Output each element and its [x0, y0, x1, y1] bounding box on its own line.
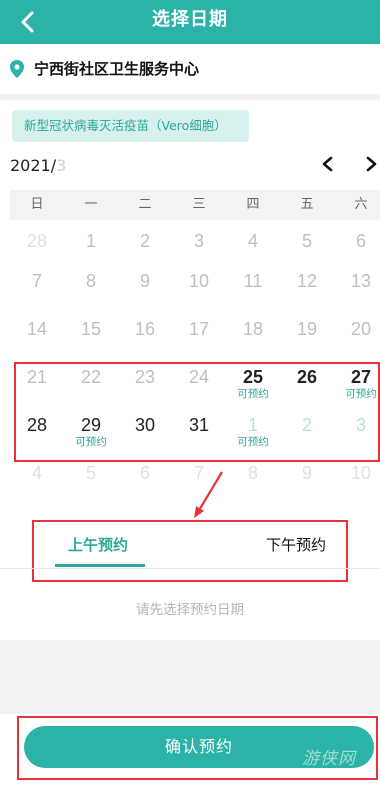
watermark: 游侠网	[302, 749, 356, 769]
day-number: 17	[188, 319, 210, 339]
calendar-day: 20	[334, 312, 380, 356]
calendar-day: 13	[334, 264, 380, 308]
calendar-day: 8	[226, 456, 280, 500]
calendar-day: 2	[118, 224, 172, 268]
month-label: 2021/3	[10, 156, 66, 175]
calendar-day: 28	[10, 224, 64, 268]
day-number: 1	[85, 231, 96, 251]
calendar-day: 5	[64, 456, 118, 500]
tab-divider	[0, 568, 380, 569]
weekday-label: 四	[246, 197, 260, 212]
section-divider	[0, 94, 380, 100]
weekday-label: 二	[138, 197, 152, 212]
hint-text: 请先选择预约日期	[136, 602, 244, 618]
tab-morning[interactable]: 上午预约	[68, 534, 128, 555]
calendar-day: 4	[226, 224, 280, 268]
day-number: 14	[26, 319, 48, 339]
calendar-day: 15	[64, 312, 118, 356]
calendar-day: 10	[334, 456, 380, 500]
calendar-day: 17	[172, 312, 226, 356]
weekday-label: 一	[84, 197, 98, 212]
page-title: 选择日期	[152, 9, 228, 30]
calendar-day: 11	[226, 264, 280, 308]
day-number: 20	[350, 319, 372, 339]
day-number: 12	[296, 271, 318, 291]
calendar-day: 10	[172, 264, 226, 308]
weekday-label: 三	[192, 197, 206, 212]
day-number: 13	[350, 271, 372, 291]
vaccine-tag[interactable]: 新型冠状病毒灭活疫苗（Vero细胞）	[12, 110, 249, 142]
map-pin-icon	[10, 60, 24, 78]
weekday-header: 日一二三四五六	[10, 190, 380, 220]
prev-month-button[interactable]	[314, 150, 342, 178]
day-number: 19	[296, 319, 318, 339]
red-arrow-annotation	[194, 471, 223, 518]
day-number: 28	[26, 231, 48, 251]
calendar-day: 7	[10, 264, 64, 308]
day-number: 3	[193, 231, 204, 251]
calendar-day: 5	[280, 224, 334, 268]
day-number: 4	[31, 463, 42, 483]
tab-active-indicator	[55, 564, 145, 567]
location-name: 宁西街社区卫生服务中心	[34, 60, 200, 78]
day-number: 5	[85, 463, 96, 483]
calendar-day: 18	[226, 312, 280, 356]
empty-slot-area	[0, 640, 380, 714]
calendar-day: 6	[334, 224, 380, 268]
day-number: 8	[247, 463, 258, 483]
calendar-day: 6	[118, 456, 172, 500]
day-number: 18	[242, 319, 264, 339]
day-number: 10	[350, 463, 372, 483]
calendar-day: 1	[64, 224, 118, 268]
calendar-day: 16	[118, 312, 172, 356]
day-number: 5	[301, 231, 312, 251]
calendar-day: 4	[10, 456, 64, 500]
highlight-box-available-dates	[14, 362, 380, 462]
day-number: 4	[247, 231, 258, 251]
chevron-left-icon	[322, 156, 333, 172]
app-header: 选择日期	[0, 0, 380, 44]
calendar-day: 9	[280, 456, 334, 500]
day-number: 9	[139, 271, 150, 291]
calendar-day: 19	[280, 312, 334, 356]
day-number: 8	[85, 271, 96, 291]
calendar-day: 9	[118, 264, 172, 308]
day-number: 2	[139, 231, 150, 251]
day-number: 16	[134, 319, 156, 339]
location-row: 宁西街社区卫生服务中心	[0, 52, 380, 90]
tab-afternoon[interactable]: 下午预约	[266, 534, 326, 555]
weekday-label: 五	[300, 197, 314, 212]
weekday-label: 日	[30, 197, 44, 212]
next-month-button[interactable]	[358, 150, 380, 178]
day-number: 6	[139, 463, 150, 483]
day-number: 15	[80, 319, 102, 339]
day-number: 7	[31, 271, 42, 291]
day-number: 10	[188, 271, 210, 291]
month-year-text: 2021/	[10, 156, 57, 175]
calendar-day: 12	[280, 264, 334, 308]
day-number: 9	[301, 463, 312, 483]
month-number-text: 3	[56, 156, 67, 175]
calendar-day: 8	[64, 264, 118, 308]
day-number: 11	[243, 271, 263, 291]
weekday-label: 六	[354, 197, 368, 212]
chevron-right-icon	[366, 156, 377, 172]
calendar-day: 3	[172, 224, 226, 268]
calendar-day: 14	[10, 312, 64, 356]
day-number: 6	[355, 231, 366, 251]
